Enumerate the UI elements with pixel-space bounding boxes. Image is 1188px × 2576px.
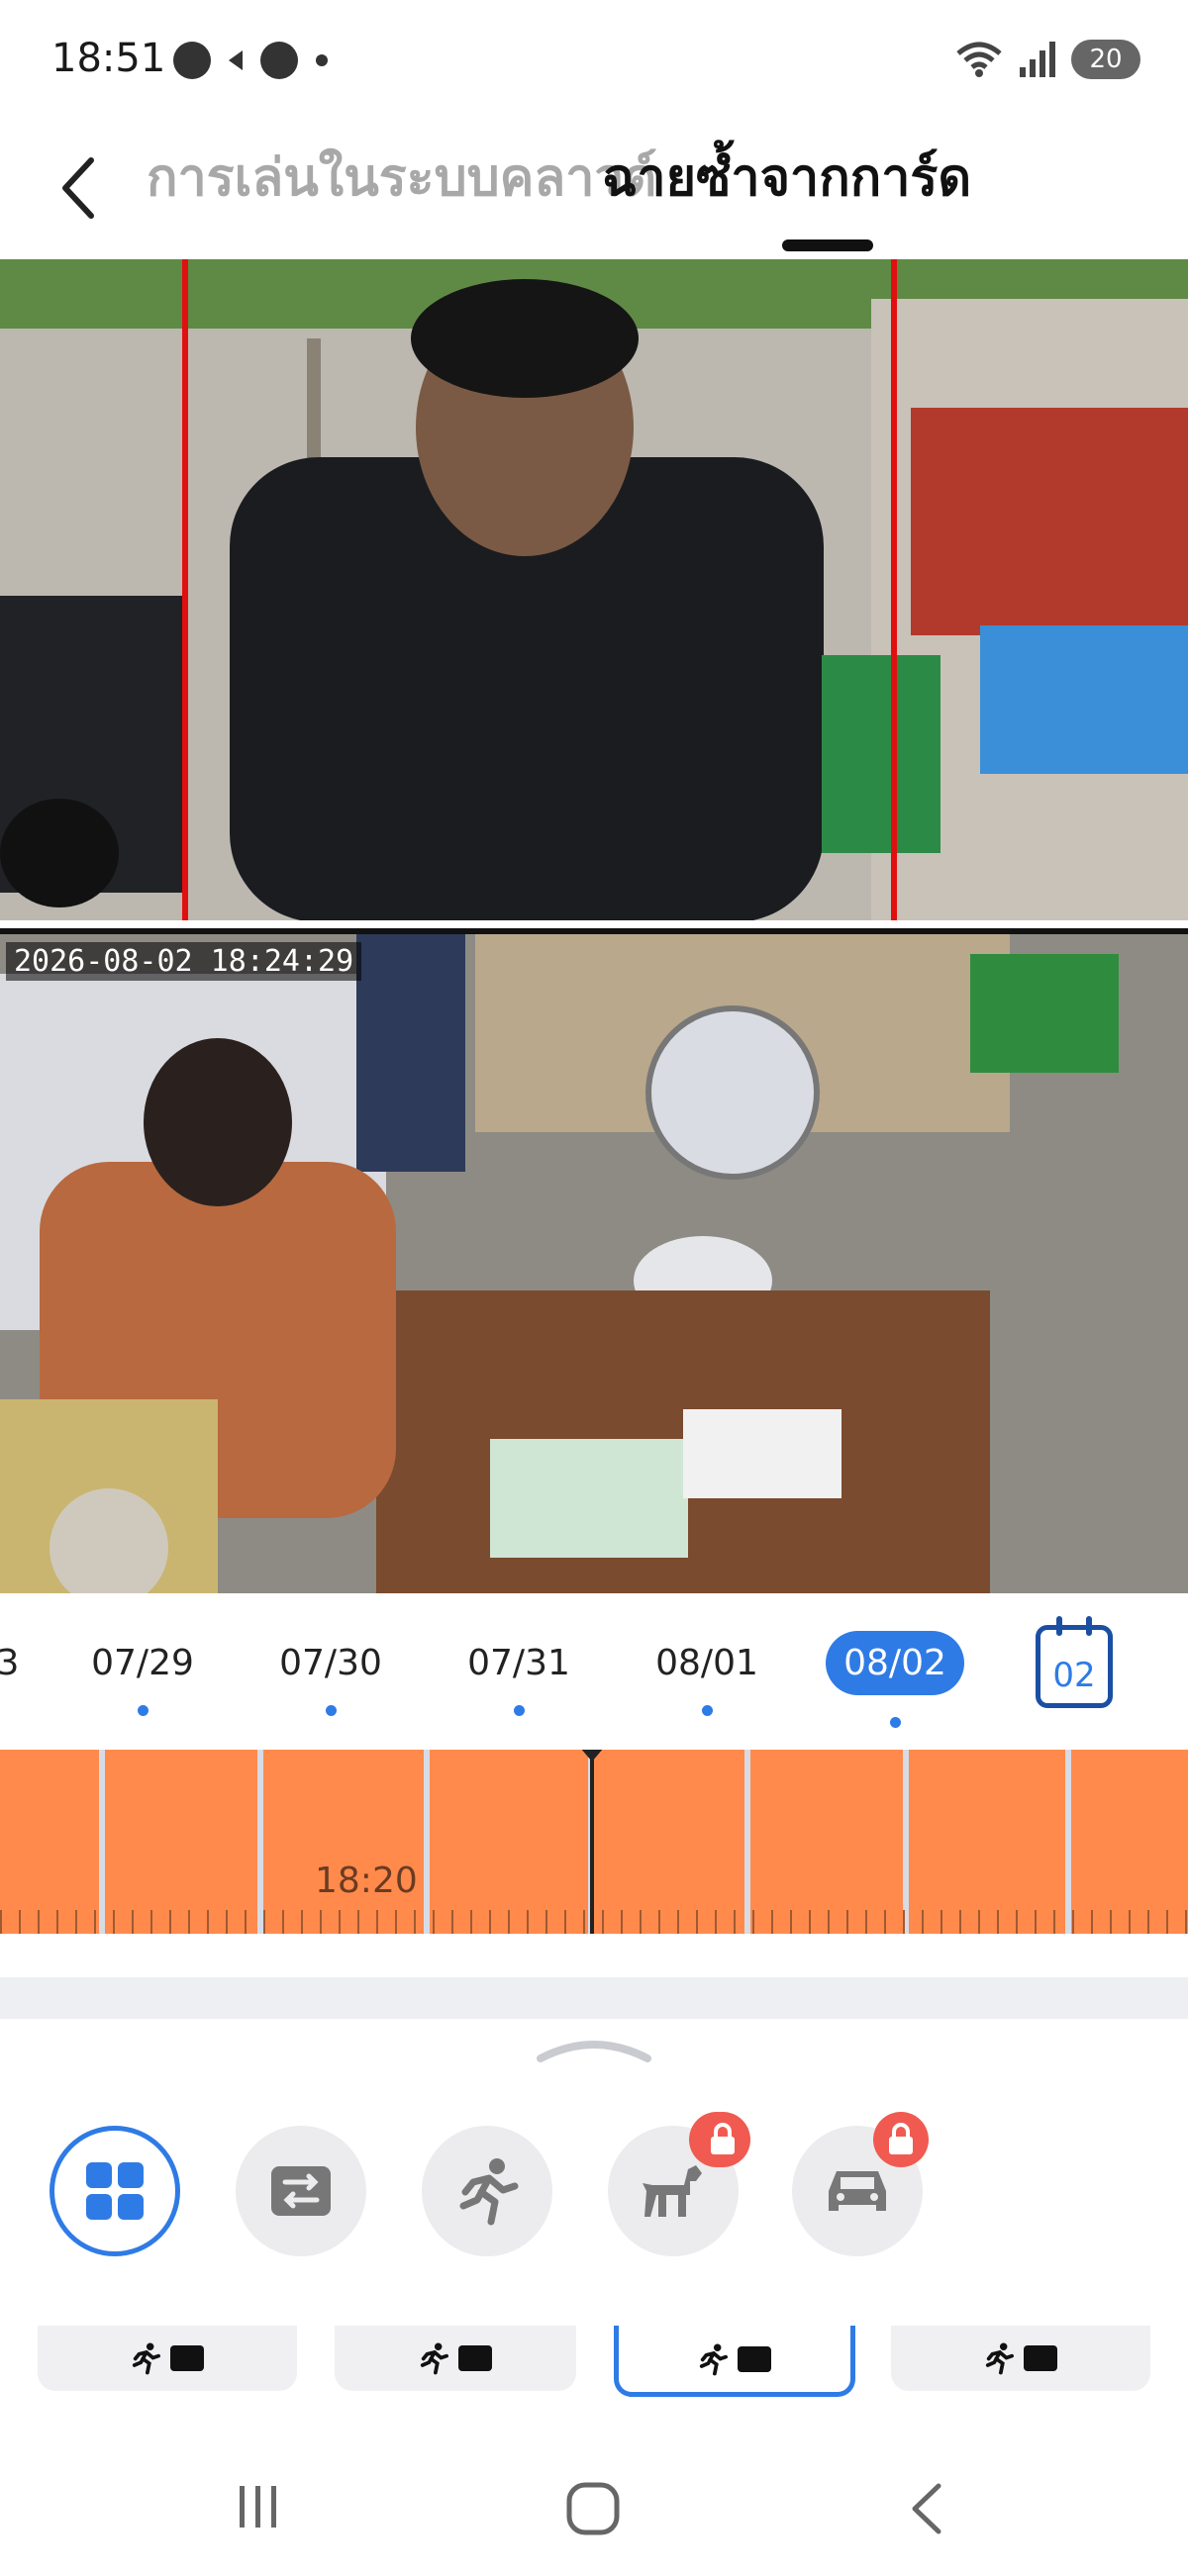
notification-icons — [173, 42, 328, 79]
event-filter-row — [0, 2112, 1188, 2264]
tab-cloud-playback[interactable]: การเล่นในระบบคลาวด์ — [147, 129, 656, 239]
date-item[interactable]: 07/29 — [73, 1643, 212, 1716]
recording-dot — [325, 1705, 337, 1716]
switch-icon — [1024, 2345, 1057, 2371]
date-label: 07/31 — [467, 1643, 570, 1683]
tab-card-playback[interactable]: ฉายซ้ำจากการ์ด — [602, 129, 971, 228]
recent-apps-icon[interactable] — [234, 2482, 283, 2531]
filter-switch-button[interactable] — [236, 2126, 366, 2256]
date-item[interactable]: 07/31 — [449, 1643, 588, 1716]
switch-icon — [271, 2166, 331, 2216]
messenger-icon — [260, 42, 298, 79]
battery-indicator: 20 — [1071, 40, 1140, 79]
recording-dot — [513, 1705, 525, 1716]
tab-indicator — [782, 239, 873, 251]
signal-icon — [1020, 42, 1055, 77]
timeline-time-label: 18:20 — [315, 1860, 418, 1901]
switch-icon — [738, 2345, 771, 2372]
status-bar: 18:51 20 — [0, 0, 1188, 119]
home-icon[interactable] — [564, 2480, 622, 2537]
filter-motion-button[interactable] — [422, 2126, 552, 2256]
event-clip[interactable] — [335, 2326, 576, 2391]
divider-band — [0, 1977, 1188, 2019]
status-right: 20 — [954, 40, 1140, 79]
video-feed-bottom[interactable]: 2026-08-02 18:24:29 — [0, 928, 1188, 1593]
lock-icon — [889, 2123, 913, 2154]
running-person-icon — [699, 2343, 728, 2375]
calendar-button[interactable]: 02 — [1036, 1616, 1113, 1708]
date-item-selected[interactable]: 08/02 — [826, 1631, 964, 1728]
segment-divider — [1065, 1750, 1071, 1934]
video-timestamp: 2026-08-02 18:24:29 — [6, 942, 362, 981]
timeline-playhead[interactable] — [580, 1750, 604, 1934]
recording-dot — [701, 1705, 713, 1716]
wifi-icon — [956, 42, 1002, 77]
lock-badge — [873, 2112, 929, 2167]
line-icon — [229, 50, 243, 70]
recording-dot — [137, 1705, 148, 1716]
date-item[interactable]: 08/01 — [638, 1643, 776, 1716]
status-time: 18:51 — [51, 36, 166, 81]
filter-all-button[interactable] — [50, 2126, 180, 2256]
segment-divider — [744, 1750, 750, 1934]
date-item-partial[interactable]: 3 — [0, 1643, 77, 1683]
calendar-icon-day: 02 — [1052, 1656, 1096, 1695]
date-selector: 3 07/29 07/30 07/31 08/01 08/02 02 — [0, 1603, 1188, 1752]
timeline-ticks — [0, 1910, 1188, 1934]
event-clip-selected[interactable] — [614, 2326, 855, 2397]
lock-badge — [695, 2112, 750, 2167]
running-person-icon — [132, 2342, 160, 2375]
date-item[interactable]: 07/30 — [261, 1643, 400, 1716]
system-navigation-bar — [0, 2454, 1188, 2576]
switch-icon — [458, 2345, 492, 2371]
running-person-icon — [985, 2342, 1014, 2375]
event-clip-row — [0, 2326, 1188, 2405]
date-label: 07/29 — [91, 1643, 194, 1683]
date-label: 08/02 — [826, 1631, 964, 1695]
video-frame-bottom — [0, 934, 1188, 1593]
segment-divider — [903, 1750, 909, 1934]
segment-divider — [99, 1750, 105, 1934]
date-label: 08/01 — [655, 1643, 758, 1683]
event-clip[interactable] — [891, 2326, 1150, 2391]
header: การเล่นในระบบคลาวด์ ฉายซ้ำจากการ์ด — [0, 119, 1188, 257]
video-frame-top — [0, 259, 1188, 920]
more-notifications-icon — [316, 54, 328, 66]
filter-vehicle-button[interactable] — [792, 2112, 929, 2256]
lock-icon — [711, 2123, 735, 2154]
nav-back-icon[interactable] — [903, 2480, 952, 2537]
sheet-handle[interactable] — [535, 2035, 653, 2064]
video-feed-top[interactable] — [0, 259, 1188, 920]
pet-icon — [643, 2165, 702, 2217]
date-label: 3 — [0, 1643, 20, 1683]
segment-divider — [424, 1750, 430, 1934]
recording-dot — [889, 1717, 901, 1728]
segment-divider — [257, 1750, 263, 1934]
messenger-icon — [173, 42, 211, 79]
date-label: 07/30 — [279, 1643, 382, 1683]
car-icon — [829, 2171, 886, 2211]
playback-timeline[interactable]: 18:20 — [0, 1750, 1188, 1934]
running-person-icon — [420, 2342, 448, 2375]
back-icon[interactable] — [50, 148, 109, 228]
grid-icon — [86, 2162, 144, 2220]
switch-icon — [170, 2345, 204, 2371]
event-clip[interactable] — [38, 2326, 297, 2391]
running-person-icon — [459, 2158, 519, 2226]
